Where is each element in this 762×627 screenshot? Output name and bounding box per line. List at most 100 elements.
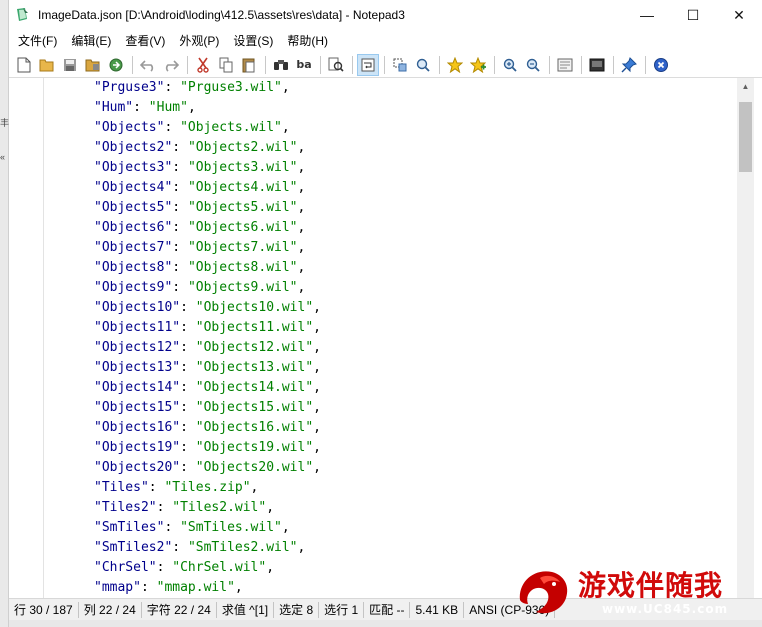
- replace-icon[interactable]: ba: [293, 54, 315, 76]
- replace-icon-label: ba: [296, 58, 312, 71]
- vertical-scrollbar[interactable]: ▲: [737, 78, 754, 598]
- code-line[interactable]: 10"Objects5": "Objects5.wil",: [44, 198, 737, 218]
- pin-icon[interactable]: [618, 54, 640, 76]
- code-text: "Hum": "Hum",: [94, 100, 196, 115]
- json-key: "Objects13": [94, 360, 181, 375]
- find-icon[interactable]: [270, 54, 292, 76]
- json-value: "Objects2.wil": [187, 140, 298, 155]
- code-line[interactable]: 26"SmTiles": "SmTiles.wil",: [44, 518, 737, 538]
- json-value: "Hum": [148, 100, 188, 115]
- open-folder-icon[interactable]: [36, 54, 58, 76]
- code-line[interactable]: 17"Objects12": "Objects12.wil",: [44, 338, 737, 358]
- code-view[interactable]: 4"Prguse3": "Prguse3.wil",5"Hum": "Hum",…: [44, 78, 737, 598]
- zoom-search-icon[interactable]: [412, 54, 434, 76]
- zoom-out-icon[interactable]: [522, 54, 544, 76]
- json-key: "Objects9": [94, 280, 173, 295]
- code-text: "Objects4": "Objects4.wil",: [94, 180, 306, 195]
- scroll-up-icon[interactable]: ▲: [737, 78, 754, 95]
- code-text: "Objects8": "Objects8.wil",: [94, 260, 306, 275]
- status-size: 5.41 KB: [410, 601, 465, 618]
- status-column[interactable]: 列 22 / 24: [79, 601, 142, 618]
- code-line[interactable]: 22"Objects19": "Objects19.wil",: [44, 438, 737, 458]
- code-line[interactable]: 18"Objects13": "Objects13.wil",: [44, 358, 737, 378]
- json-key: "Objects19": [94, 440, 181, 455]
- code-text: "SmTiles": "SmTiles.wil",: [94, 520, 290, 535]
- favorites-icon[interactable]: [444, 54, 466, 76]
- status-eval: 求值 ^[1]: [217, 601, 275, 618]
- minimize-button[interactable]: —: [624, 0, 670, 30]
- add-favorite-icon[interactable]: [467, 54, 489, 76]
- status-selected: 选定 8: [274, 601, 320, 618]
- json-key: "Tiles": [94, 480, 149, 495]
- menu-settings[interactable]: 设置(S): [226, 30, 280, 52]
- editor-area[interactable]: 4"Prguse3": "Prguse3.wil",5"Hum": "Hum",…: [9, 78, 762, 598]
- code-line[interactable]: 7"Objects2": "Objects2.wil",: [44, 138, 737, 158]
- menu-file[interactable]: 文件(F): [11, 30, 64, 52]
- code-line[interactable]: 15"Objects10": "Objects10.wil",: [44, 298, 737, 318]
- code-line[interactable]: 9"Objects4": "Objects4.wil",: [44, 178, 737, 198]
- redo-icon[interactable]: [160, 54, 182, 76]
- code-text: "SmTiles2": "SmTiles2.wil",: [94, 540, 306, 555]
- close-button[interactable]: ✕: [716, 0, 762, 30]
- save-as-icon[interactable]: [82, 54, 104, 76]
- menu-help[interactable]: 帮助(H): [280, 30, 335, 52]
- code-line[interactable]: 25"Tiles2": "Tiles2.wil",: [44, 498, 737, 518]
- paste-icon[interactable]: [238, 54, 260, 76]
- title-bar[interactable]: ImageData.json [D:\Android\loding\412.5\…: [9, 0, 762, 30]
- code-text: "Objects7": "Objects7.wil",: [94, 240, 306, 255]
- cut-icon[interactable]: [192, 54, 214, 76]
- select-block-icon[interactable]: [389, 54, 411, 76]
- exit-icon[interactable]: [650, 54, 672, 76]
- code-line[interactable]: 24"Tiles": "Tiles.zip",: [44, 478, 737, 498]
- json-value: "ChrSel.wil": [172, 560, 267, 575]
- menu-edit[interactable]: 编辑(E): [64, 30, 118, 52]
- code-line[interactable]: 11"Objects6": "Objects6.wil",: [44, 218, 737, 238]
- json-key: "Tiles2": [94, 500, 157, 515]
- word-wrap-icon[interactable]: [357, 53, 379, 76]
- code-line[interactable]: 6"Objects": "Objects.wil",: [44, 118, 737, 138]
- maximize-button[interactable]: ☐: [670, 0, 716, 30]
- json-value: "Objects11.wil": [195, 320, 314, 335]
- code-line[interactable]: 13"Objects8": "Objects8.wil",: [44, 258, 737, 278]
- goto-icon[interactable]: [325, 54, 347, 76]
- menu-appearance[interactable]: 外观(P): [172, 30, 226, 52]
- code-line[interactable]: 4"Prguse3": "Prguse3.wil",: [44, 78, 737, 98]
- watermark-url: www.UC845.com: [602, 602, 729, 616]
- code-line[interactable]: 14"Objects9": "Objects9.wil",: [44, 278, 737, 298]
- code-line[interactable]: 5"Hum": "Hum",: [44, 98, 737, 118]
- code-text: "Objects5": "Objects5.wil",: [94, 200, 306, 215]
- code-line[interactable]: 27"SmTiles2": "SmTiles2.wil",: [44, 538, 737, 558]
- schemes-icon[interactable]: [554, 54, 576, 76]
- code-text: "Objects12": "Objects12.wil",: [94, 340, 321, 355]
- code-line[interactable]: 16"Objects11": "Objects11.wil",: [44, 318, 737, 338]
- code-line[interactable]: 21"Objects16": "Objects16.wil",: [44, 418, 737, 438]
- status-line[interactable]: 行 30 / 187: [9, 601, 79, 618]
- json-key: "Objects3": [94, 160, 173, 175]
- code-text: "Tiles2": "Tiles2.wil",: [94, 500, 275, 515]
- json-value: "SmTiles2.wil": [187, 540, 298, 555]
- console-icon[interactable]: [586, 54, 608, 76]
- code-line[interactable]: 8"Objects3": "Objects3.wil",: [44, 158, 737, 178]
- new-file-icon[interactable]: [13, 54, 35, 76]
- json-key: "ChrSel": [94, 560, 157, 575]
- json-key: "Prguse3": [94, 80, 165, 95]
- zoom-in-icon[interactable]: [499, 54, 521, 76]
- code-line[interactable]: 12"Objects7": "Objects7.wil",: [44, 238, 737, 258]
- menu-view[interactable]: 查看(V): [118, 30, 172, 52]
- save-icon[interactable]: [59, 54, 81, 76]
- scrollbar-thumb[interactable]: [739, 102, 752, 172]
- code-line[interactable]: 20"Objects15": "Objects15.wil",: [44, 398, 737, 418]
- code-line[interactable]: 19"Objects14": "Objects14.wil",: [44, 378, 737, 398]
- code-line[interactable]: 23"Objects20": "Objects20.wil",: [44, 458, 737, 478]
- code-text: "Objects10": "Objects10.wil",: [94, 300, 321, 315]
- menu-bar: 文件(F) 编辑(E) 查看(V) 外观(P) 设置(S) 帮助(H): [9, 30, 762, 52]
- status-selected-lines: 选行 1: [319, 601, 365, 618]
- copy-icon[interactable]: [215, 54, 237, 76]
- json-value: "Objects3.wil": [187, 160, 298, 175]
- code-text: "Objects15": "Objects15.wil",: [94, 400, 321, 415]
- json-key: "Objects11": [94, 320, 181, 335]
- undo-icon[interactable]: [137, 54, 159, 76]
- browse-icon[interactable]: [105, 54, 127, 76]
- background-window-edge: 丰 «: [0, 0, 9, 627]
- json-key: "Objects8": [94, 260, 173, 275]
